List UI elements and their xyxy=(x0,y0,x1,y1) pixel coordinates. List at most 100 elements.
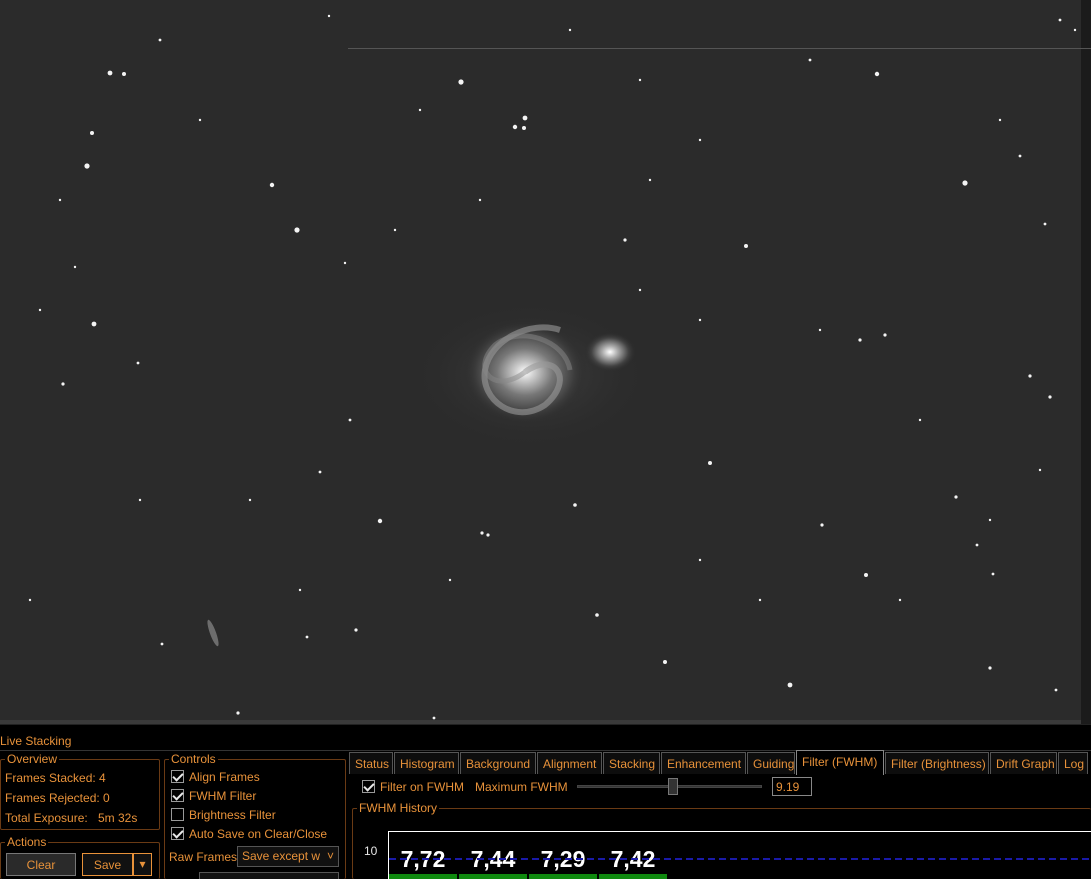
star xyxy=(708,461,712,465)
star xyxy=(298,588,302,592)
star xyxy=(1018,154,1022,158)
star xyxy=(138,498,142,502)
star xyxy=(158,38,162,42)
star xyxy=(448,578,452,582)
maximum-fwhm-input[interactable]: 9.19 xyxy=(772,777,812,796)
filter-on-fwhm-checkbox[interactable] xyxy=(362,780,375,793)
tab-guiding[interactable]: Guiding xyxy=(747,752,795,774)
overview-label: Overview xyxy=(5,752,60,766)
tab-background[interactable]: Background xyxy=(460,752,536,774)
panel-title-divider xyxy=(0,750,1091,751)
y-tick-label: 10 xyxy=(364,844,378,858)
fwhm-bar xyxy=(599,874,667,879)
star xyxy=(988,666,992,670)
fwhm-bar xyxy=(389,874,457,879)
star xyxy=(61,382,65,386)
star xyxy=(393,228,397,232)
star xyxy=(480,531,484,535)
tab-filter-brightness[interactable]: Filter (Brightness) xyxy=(885,752,989,774)
star xyxy=(864,573,868,577)
star xyxy=(698,318,702,322)
tab-filter-fwhm[interactable]: Filter (FWHM) xyxy=(796,750,884,775)
brightness-filter-checkbox[interactable] xyxy=(171,808,184,821)
brightness-filter-label: Brightness Filter xyxy=(189,808,276,822)
star xyxy=(294,227,300,233)
star xyxy=(573,503,577,507)
save-dropdown-button[interactable]: ▾ xyxy=(133,853,152,876)
star xyxy=(663,660,667,664)
fwhm-history-chart: 7,72 7,44 7,29 7,42 xyxy=(388,831,1091,879)
star xyxy=(432,716,436,720)
star xyxy=(568,28,572,32)
fwhm-filter-label: FWHM Filter xyxy=(189,789,257,803)
star xyxy=(107,70,113,76)
controls-label: Controls xyxy=(169,752,218,766)
actions-label: Actions xyxy=(5,835,49,849)
tab-drift-graph[interactable]: Drift Graph xyxy=(990,752,1057,774)
tab-content xyxy=(348,48,1091,155)
star xyxy=(918,418,922,422)
fwhm-filter-checkbox[interactable] xyxy=(171,789,184,802)
star xyxy=(318,470,322,474)
star xyxy=(269,182,275,188)
star xyxy=(638,288,642,292)
tab-status[interactable]: Status xyxy=(349,752,393,774)
star xyxy=(343,261,347,265)
star xyxy=(1048,395,1052,399)
star xyxy=(975,543,979,547)
star xyxy=(954,495,958,499)
slider-thumb[interactable] xyxy=(668,778,679,795)
star xyxy=(744,244,748,248)
align-frames-label: Align Frames xyxy=(189,770,260,784)
panel-title: Live Stacking xyxy=(0,734,72,748)
star xyxy=(787,682,793,688)
star xyxy=(122,72,126,76)
raw-frames-value: Save except w xyxy=(242,849,321,863)
maximum-fwhm-label: Maximum FWHM xyxy=(475,780,568,794)
star xyxy=(858,338,862,342)
tab-enhancement[interactable]: Enhancement xyxy=(661,752,746,774)
raw-frames-select[interactable]: Save except w ˅ xyxy=(237,846,339,867)
star xyxy=(91,321,97,327)
chart-top-border xyxy=(388,831,1091,832)
star xyxy=(1043,222,1047,226)
raw-frames-label: Raw Frames xyxy=(169,850,238,864)
secondary-select[interactable] xyxy=(199,872,339,879)
star xyxy=(38,308,42,312)
clear-button[interactable]: Clear xyxy=(6,853,76,876)
filter-on-fwhm-label: Filter on FWHM xyxy=(380,780,464,794)
star xyxy=(962,180,968,186)
fwhm-bar xyxy=(529,874,597,879)
total-exposure-label: Total Exposure: xyxy=(5,811,88,825)
tab-log[interactable]: Log xyxy=(1058,752,1088,774)
star xyxy=(898,598,902,602)
chart-left-axis xyxy=(388,831,389,879)
fwhm-history-label: FWHM History xyxy=(357,801,439,815)
star xyxy=(327,14,331,18)
frames-rejected-text: Frames Rejected: 0 xyxy=(5,791,110,805)
star xyxy=(136,361,140,365)
tab-histogram[interactable]: Histogram xyxy=(394,752,459,774)
star xyxy=(988,518,992,522)
star xyxy=(486,533,490,537)
tab-alignment[interactable]: Alignment xyxy=(537,752,602,774)
star xyxy=(1058,18,1062,22)
star xyxy=(648,178,652,182)
tab-stacking[interactable]: Stacking xyxy=(603,752,660,774)
star xyxy=(1054,688,1058,692)
align-frames-checkbox[interactable] xyxy=(171,770,184,783)
star xyxy=(236,711,240,715)
star xyxy=(883,333,887,337)
auto-save-checkbox[interactable] xyxy=(171,827,184,840)
star xyxy=(758,598,762,602)
save-button[interactable]: Save xyxy=(82,853,133,876)
star xyxy=(820,523,824,527)
star xyxy=(818,328,822,332)
auto-save-label: Auto Save on Clear/Close xyxy=(189,827,328,841)
fwhm-history-plot: 7,72 7,44 7,29 7,42 xyxy=(388,831,1091,879)
frames-stacked-text: Frames Stacked: 4 xyxy=(5,771,106,785)
star xyxy=(1038,468,1042,472)
star xyxy=(305,635,309,639)
fwhm-bar xyxy=(459,874,527,879)
star xyxy=(595,613,599,617)
